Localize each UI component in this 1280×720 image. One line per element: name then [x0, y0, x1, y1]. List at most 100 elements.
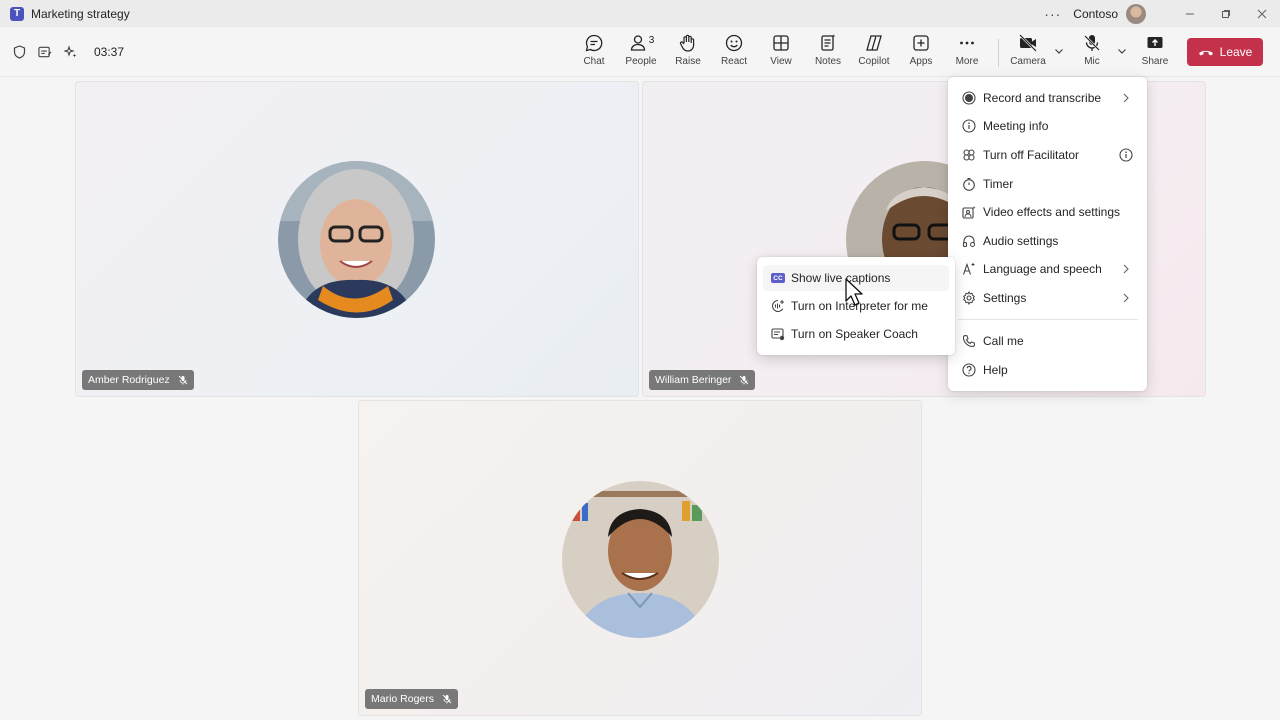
participant-name-tag: Amber Rodriguez — [82, 370, 194, 390]
smiley-icon — [725, 34, 743, 52]
menu-item-label: Timer — [983, 177, 1014, 191]
react-label: React — [720, 56, 748, 67]
sparkle-icon[interactable] — [64, 45, 78, 59]
mic-muted-icon — [442, 694, 452, 704]
minimize-button[interactable] — [1172, 0, 1208, 27]
copilot-label: Copilot — [858, 56, 890, 67]
raise-hand-button[interactable]: Raise — [665, 33, 711, 73]
people-label: People — [625, 56, 657, 67]
people-count: 3 — [648, 35, 655, 46]
chevron-right-icon — [1123, 93, 1129, 103]
camera-options-chevron-icon[interactable] — [1053, 45, 1065, 57]
camera-button[interactable]: Camera — [1005, 33, 1051, 73]
menu-item-label: Language and speech — [983, 262, 1102, 276]
close-window-button[interactable] — [1244, 0, 1280, 27]
menu-item-label: Meeting info — [983, 119, 1049, 133]
notes-label: Notes — [814, 56, 842, 67]
notes-icon — [821, 34, 835, 51]
menu-item-settings[interactable]: Settings — [948, 284, 1147, 312]
people-button[interactable]: 3 People — [618, 33, 664, 73]
menu-item-language-and-speech[interactable]: Language and speech — [948, 255, 1147, 283]
timer-icon — [962, 177, 976, 191]
shield-icon[interactable] — [12, 45, 26, 59]
restore-button[interactable] — [1208, 0, 1244, 27]
meeting-toolbar: 03:37 Chat 3 People Raise React View Not… — [0, 27, 1280, 79]
menu-item-label: Help — [983, 363, 1008, 377]
more-menu: Record and transcribe Meeting info Turn … — [948, 77, 1147, 391]
participant-avatar — [278, 161, 435, 318]
menu-item-call-me[interactable]: Call me — [948, 327, 1147, 355]
menu-item-label: Call me — [983, 334, 1024, 348]
video-effects-icon — [962, 205, 976, 219]
apps-label: Apps — [909, 56, 933, 67]
menu-item-label: Settings — [983, 291, 1027, 305]
title-bar: T Marketing strategy ··· Contoso — [0, 0, 1280, 27]
menu-item-label: Video effects and settings — [983, 205, 1120, 219]
leave-button[interactable]: Leave — [1187, 38, 1263, 66]
interpreter-icon — [771, 299, 785, 313]
menu-item-meeting-info[interactable]: Meeting info — [948, 112, 1147, 140]
toolbar-divider — [998, 39, 999, 67]
menu-item-record-and-transcribe[interactable]: Record and transcribe — [948, 84, 1147, 112]
react-button[interactable]: React — [711, 33, 757, 73]
chevron-right-icon — [1123, 293, 1129, 303]
hand-icon — [679, 34, 695, 52]
camera-label: Camera — [1010, 56, 1046, 67]
help-icon — [962, 363, 976, 377]
gear-icon — [962, 291, 976, 305]
view-button[interactable]: View — [758, 33, 804, 73]
menu-item-help[interactable]: Help — [948, 356, 1147, 384]
menu-item-turn-off-facilitator[interactable]: Turn off Facilitator — [948, 141, 1147, 169]
menu-item-label: Audio settings — [983, 234, 1059, 248]
submenu-item-speaker-coach[interactable]: Turn on Speaker Coach — [763, 321, 949, 347]
hang-up-icon — [1198, 50, 1213, 56]
participant-tile[interactable]: Amber Rodriguez — [75, 81, 639, 397]
participant-tile[interactable]: Mario Rogers — [358, 400, 922, 716]
mic-muted-icon — [178, 375, 188, 385]
menu-item-label: Turn off Facilitator — [983, 148, 1080, 162]
info-icon[interactable] — [1119, 148, 1133, 162]
camera-off-icon — [1019, 34, 1037, 52]
speaker-coach-icon — [771, 327, 785, 341]
apps-plus-icon — [913, 35, 929, 51]
window-title: Marketing strategy — [31, 6, 130, 21]
facilitator-icon — [962, 148, 976, 162]
participant-name: Mario Rogers — [371, 693, 435, 705]
copilot-button[interactable]: Copilot — [851, 33, 897, 73]
participant-avatar — [562, 481, 719, 638]
share-tray-icon — [1147, 37, 1163, 48]
cc-icon: CC — [771, 271, 785, 285]
captions-note-icon[interactable] — [38, 45, 52, 59]
participant-name-tag: Mario Rogers — [365, 689, 459, 709]
view-label: View — [770, 56, 792, 67]
participant-name: Amber Rodriguez — [88, 374, 170, 386]
user-avatar[interactable] — [1126, 3, 1146, 24]
mic-button[interactable]: Mic — [1069, 33, 1115, 73]
more-button[interactable]: More — [944, 33, 990, 79]
more-dots-icon — [960, 41, 974, 45]
leave-label: Leave — [1219, 45, 1253, 59]
submenu-item-label: Turn on Speaker Coach — [791, 327, 918, 341]
more-options-icon[interactable]: ··· — [1044, 7, 1061, 21]
submenu-item-label: Show live captions — [791, 271, 891, 285]
audio-settings-icon — [962, 234, 976, 248]
menu-item-audio-settings[interactable]: Audio settings — [948, 227, 1147, 255]
people-icon — [630, 35, 645, 51]
mic-label: Mic — [1084, 56, 1100, 67]
chat-button[interactable]: Chat — [571, 33, 617, 73]
mic-options-chevron-icon[interactable] — [1116, 45, 1128, 57]
org-name[interactable]: Contoso — [1073, 7, 1118, 21]
more-label: More — [955, 56, 979, 67]
chat-icon — [585, 34, 603, 52]
menu-item-video-effects[interactable]: Video effects and settings — [948, 198, 1147, 226]
chevron-right-icon — [1123, 264, 1129, 274]
apps-button[interactable]: Apps — [898, 33, 944, 73]
share-button[interactable]: Share — [1132, 33, 1178, 73]
chat-label: Chat — [583, 56, 605, 67]
cc-badge: CC — [771, 273, 785, 283]
notes-button[interactable]: Notes — [805, 33, 851, 73]
grid-view-icon — [773, 35, 789, 51]
share-label: Share — [1141, 56, 1169, 67]
menu-item-label: Record and transcribe — [983, 91, 1102, 105]
menu-item-timer[interactable]: Timer — [948, 170, 1147, 198]
